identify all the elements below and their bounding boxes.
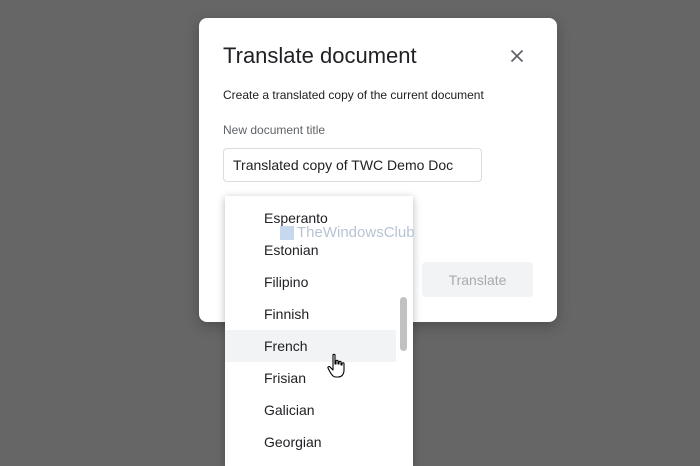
language-option[interactable]: Estonian	[225, 234, 396, 266]
scrollbar-thumb[interactable]	[400, 297, 407, 351]
dialog-title: Translate document	[223, 43, 417, 68]
language-option[interactable]: Esperanto	[225, 202, 396, 234]
language-option-selected[interactable]: French	[225, 330, 396, 362]
title-field-label: New document title	[223, 123, 326, 137]
language-option[interactable]: Filipino	[225, 266, 396, 298]
language-option[interactable]: Frisian	[225, 362, 396, 394]
close-button[interactable]	[504, 43, 530, 69]
language-option[interactable]: Galician	[225, 394, 396, 426]
document-title-input[interactable]	[223, 148, 482, 182]
language-option[interactable]: Finnish	[225, 298, 396, 330]
dialog-description: Create a translated copy of the current …	[223, 88, 484, 102]
language-dropdown[interactable]: Esperanto Estonian Filipino Finnish Fren…	[225, 196, 413, 466]
close-icon	[510, 49, 524, 63]
translate-button[interactable]: Translate	[422, 262, 533, 297]
language-option[interactable]: Georgian	[225, 426, 396, 458]
